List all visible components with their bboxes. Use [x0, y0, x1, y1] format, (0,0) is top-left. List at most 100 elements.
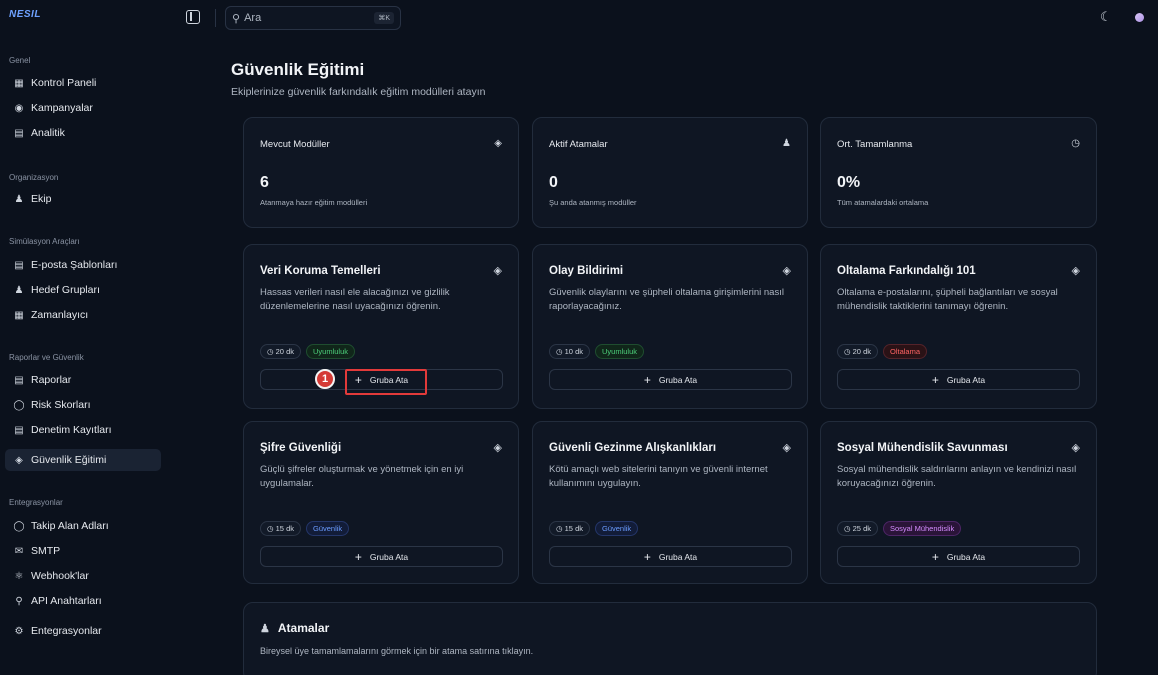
module-description: Kötü amaçlı web sitelerini tanıyın ve gü… — [549, 464, 768, 489]
sidebar-item-risk-skorlari[interactable]: ◯ Risk Skorları — [5, 394, 161, 416]
key-icon: ⚲ — [15, 595, 23, 607]
module-title: Olay Bildirimi — [549, 265, 624, 277]
duration-badge: ◷ 20 dk — [837, 344, 878, 359]
sidebar-item-label: Risk Skorları — [31, 399, 91, 411]
duration-text: 20 dk — [852, 347, 871, 356]
theme-toggle-moon-icon[interactable]: ☾ — [1100, 10, 1114, 24]
stat-value: 0% — [837, 174, 861, 191]
module-title: Sosyal Mühendislik Savunması — [837, 442, 1008, 454]
module-description: Sosyal mühendislik saldırılarını anlayın… — [837, 464, 1077, 489]
module-title: Oltalama Farkındalığı 101 — [837, 265, 976, 277]
module-description: Hassas verileri nasıl ele alacağınızı ve… — [260, 287, 450, 312]
sidebar-group-title: Raporlar ve Güvenlik — [9, 353, 84, 362]
module-description: Güçlü şifreler oluşturmak ve yönetmek iç… — [260, 464, 464, 489]
search-input[interactable] — [244, 12, 355, 24]
duration-badge: ◷ 15 dk — [549, 521, 590, 536]
sidebar-item-entegrasyonlar[interactable]: ⚙ Entegrasyonlar — [5, 620, 161, 642]
module-description: Güvenlik olaylarını ve şüpheli oltalama … — [549, 287, 784, 312]
duration-text: 25 dk — [852, 524, 871, 533]
sidebar-group-title: Organizasyon — [9, 173, 59, 182]
assignments-subtitle: Bireysel üye tamamlamalarını görmek için… — [260, 646, 534, 656]
target-icon: ◉ — [14, 102, 24, 114]
sidebar-item-label: Analitik — [31, 127, 65, 139]
sidebar-item-kontrol-paneli[interactable]: ▦ Kontrol Paneli — [5, 72, 161, 94]
sidebar-item-label: Kontrol Paneli — [31, 77, 97, 89]
stat-title: Aktif Atamalar — [549, 139, 608, 150]
assignments-title: ♟ Atamalar — [260, 621, 329, 635]
users-icon: ♟ — [260, 622, 270, 635]
assign-to-group-button[interactable]: + Gruba Ata — [260, 546, 503, 567]
sidebar-item-label: SMTP — [31, 545, 61, 557]
module-title: Güvenli Gezinme Alışkanlıkları — [549, 442, 717, 454]
sidebar-item-webhooklar[interactable]: ⚛ Webhook'lar — [5, 565, 161, 587]
module-card: Şifre Güvenliği ◈ Güçlü şifreler oluştur… — [243, 421, 519, 584]
sidebar-item-label: Kampanyalar — [31, 102, 93, 114]
assign-to-group-button[interactable]: + Gruba Ata — [837, 369, 1080, 390]
button-label: Gruba Ata — [658, 374, 698, 385]
graduation-cap-icon: ◈ — [782, 265, 791, 277]
sidebar-item-raporlar[interactable]: ▤ Raporlar — [5, 369, 161, 391]
sidebar-item-hedef-gruplari[interactable]: ♟ Hedef Grupları — [5, 279, 161, 301]
module-title: Şifre Güvenliği — [260, 442, 342, 454]
sidebar-item-e-posta-sablonlari[interactable]: ▤ E-posta Şablonları — [5, 254, 161, 276]
graduation-cap-icon: ◈ — [494, 138, 502, 149]
shield-icon: ◯ — [13, 399, 25, 411]
category-badge: Oltalama — [883, 344, 928, 359]
module-tags: ◷ 15 dk Güvenlik — [260, 521, 350, 536]
stat-card-active-assignments: Aktif Atamalar ♟ 0 Şu anda atanmış modül… — [532, 117, 808, 228]
grid-icon: ▦ — [14, 77, 24, 89]
sidebar-item-label: Ekip — [31, 193, 52, 205]
sidebar-item-label: E-posta Şablonları — [31, 259, 118, 271]
stat-card-available-modules: Mevcut Modüller ◈ 6 Atanmaya hazır eğiti… — [243, 117, 519, 228]
graduation-cap-icon: ◈ — [493, 265, 502, 277]
webhook-icon: ⚛ — [14, 570, 24, 582]
avatar[interactable] — [1135, 13, 1144, 22]
button-label: Gruba Ata — [369, 551, 409, 562]
duration-text: 10 dk — [564, 347, 583, 356]
sidebar-group-title: Simülasyon Araçları — [9, 237, 80, 246]
module-title: Veri Koruma Temelleri — [260, 265, 381, 277]
plug-icon: ⚙ — [14, 625, 24, 637]
assign-to-group-button[interactable]: + Gruba Ata — [549, 546, 792, 567]
button-label: Gruba Ata — [946, 551, 986, 562]
search-box[interactable]: ⚲ ⌘K — [225, 6, 401, 30]
sidebar-item-label: Entegrasyonlar — [31, 625, 102, 637]
search-icon: ⚲ — [232, 12, 241, 25]
users-icon: ♟ — [782, 138, 791, 149]
duration-text: 15 dk — [275, 524, 294, 533]
sidebar-item-api-anahtarlari[interactable]: ⚲ API Anahtarları — [5, 590, 161, 612]
divider — [215, 9, 216, 27]
sidebar-item-analitik[interactable]: ▤ Analitik — [5, 122, 161, 144]
app-logo[interactable]: NESIL — [9, 9, 41, 20]
category-badge: Güvenlik — [595, 521, 639, 536]
sidebar-item-label: API Anahtarları — [31, 595, 102, 607]
sidebar-item-guvenlik-egitimi[interactable]: ◈ Güvenlik Eğitimi — [5, 449, 161, 471]
sidebar-group-title: Entegrasyonlar — [9, 498, 63, 507]
file-icon: ▤ — [14, 374, 24, 386]
plus-icon: + — [354, 549, 362, 564]
sidebar-item-denetim-kayitlari[interactable]: ▤ Denetim Kayıtları — [5, 419, 161, 441]
page-title: Güvenlik Eğitimi — [231, 60, 365, 79]
module-description: Oltalama e-postalarını, şüpheli bağlantı… — [837, 287, 1058, 312]
stat-card-avg-completion: Ort. Tamamlanma ◷ 0% Tüm atamalardaki or… — [820, 117, 1097, 228]
stat-description: Atanmaya hazır eğitim modülleri — [260, 198, 368, 207]
sidebar-item-smtp[interactable]: ✉ SMTP — [5, 540, 161, 562]
assign-to-group-button[interactable]: + Gruba Ata — [837, 546, 1080, 567]
module-tags: ◷ 20 dk Uyumluluk — [260, 344, 356, 359]
plus-icon: + — [931, 549, 939, 564]
sidebar-group-title: Genel — [9, 56, 31, 65]
sidebar-toggle-icon[interactable] — [186, 10, 200, 24]
category-badge: Sosyal Mühendislik — [883, 521, 962, 536]
sidebar-item-kampanyalar[interactable]: ◉ Kampanyalar — [5, 97, 161, 119]
sidebar-item-takip-alan-adlari[interactable]: ◯ Takip Alan Adları — [5, 515, 161, 537]
sidebar-item-label: Takip Alan Adları — [31, 520, 109, 532]
log-icon: ▤ — [14, 424, 24, 436]
sidebar-item-ekip[interactable]: ♟ Ekip — [5, 188, 161, 210]
button-label: Gruba Ata — [946, 374, 986, 385]
module-card: Olay Bildirimi ◈ Güvenlik olaylarını ve … — [532, 244, 808, 409]
sidebar-item-zamanlayici[interactable]: ▦ Zamanlayıcı — [5, 304, 161, 326]
assign-to-group-button[interactable]: + Gruba Ata — [549, 369, 792, 390]
module-card: Sosyal Mühendislik Savunması ◈ Sosyal mü… — [820, 421, 1097, 584]
plus-icon: + — [643, 372, 651, 387]
module-tags: ◷ 10 dk Uyumluluk — [549, 344, 645, 359]
